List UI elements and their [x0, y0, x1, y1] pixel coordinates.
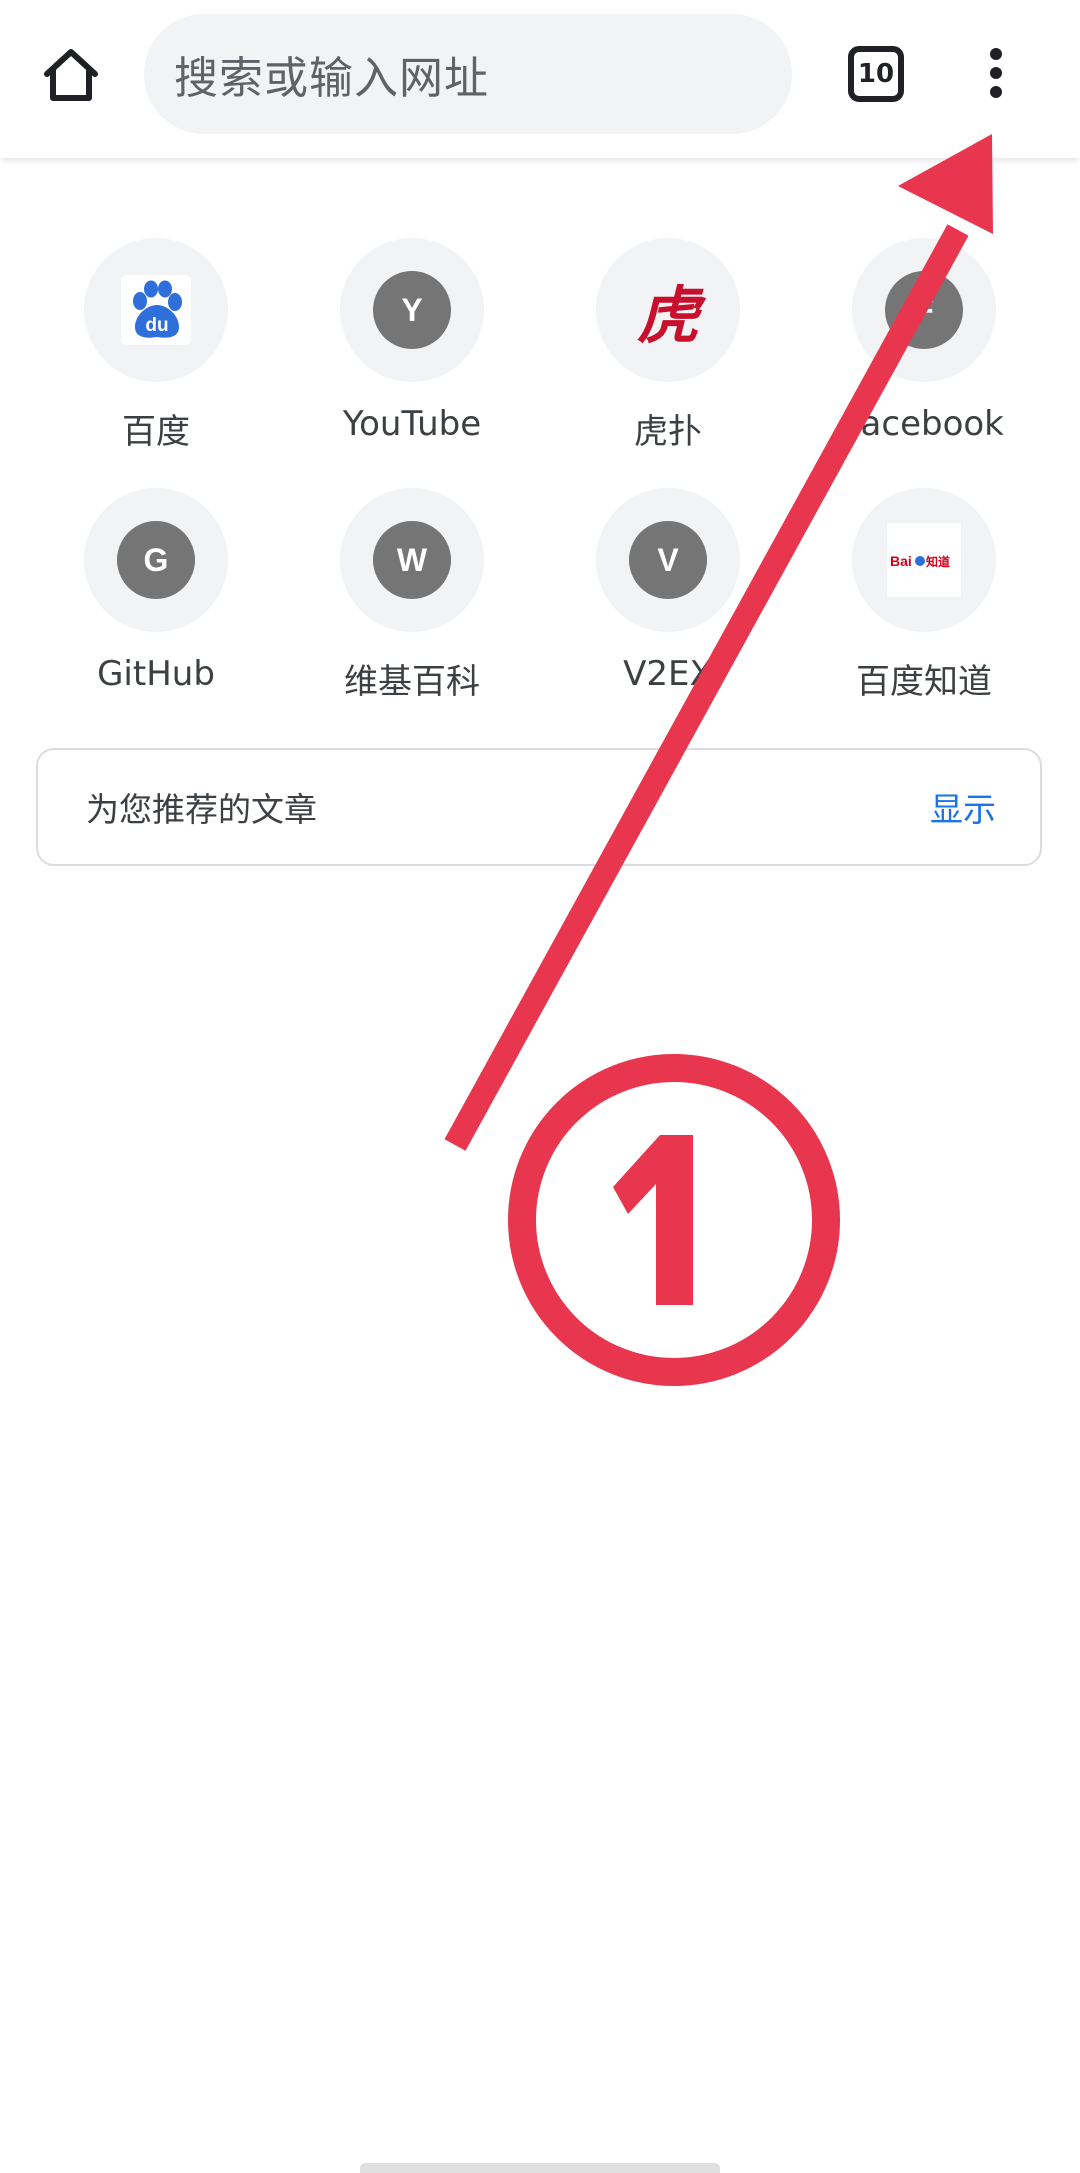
tile-icon-container: Bai 知道: [852, 488, 996, 632]
more-vert-icon[interactable]: [972, 40, 1020, 106]
tile-github[interactable]: G GitHub: [28, 488, 284, 718]
tile-label: 百度: [122, 412, 190, 452]
tile-icon-container: F: [852, 238, 996, 382]
tile-facebook[interactable]: F Facebook: [796, 238, 1052, 468]
tile-icon-container: 虎: [596, 238, 740, 382]
baidu-zhidao-logo-icon: Bai 知道: [887, 523, 961, 597]
tile-label: 百度知道: [856, 662, 992, 702]
tile-icon-container: V: [596, 488, 740, 632]
search-input[interactable]: 搜索或输入网址: [144, 14, 792, 134]
annotation-marker: [508, 1054, 840, 1386]
svg-text:知道: 知道: [925, 554, 950, 569]
gesture-navigation-bar[interactable]: [360, 2163, 720, 2173]
letter-icon: W: [373, 521, 451, 599]
browser-toolbar: 搜索或输入网址 10: [0, 0, 1080, 158]
tile-icon-container: W: [340, 488, 484, 632]
show-articles-button[interactable]: 显示: [930, 783, 996, 831]
tile-icon-container: G: [84, 488, 228, 632]
tile-label: Facebook: [844, 404, 1004, 444]
tile-baidu-zhidao[interactable]: Bai 知道 百度知道: [796, 488, 1052, 718]
hupu-logo-icon: 虎: [636, 279, 699, 352]
tile-baidu[interactable]: du 百度: [28, 238, 284, 468]
letter-icon: V: [629, 521, 707, 599]
tile-label: V2EX: [623, 654, 713, 694]
svg-text:du: du: [145, 315, 168, 336]
tile-label: 维基百科: [344, 662, 480, 702]
tile-icon-container: Y: [340, 238, 484, 382]
tile-wikipedia[interactable]: W 维基百科: [284, 488, 540, 718]
letter-icon: F: [885, 271, 963, 349]
home-button[interactable]: [34, 40, 108, 110]
tab-count: 10: [857, 59, 895, 89]
tile-label: GitHub: [97, 654, 215, 694]
svg-text:Bai: Bai: [890, 553, 912, 569]
search-placeholder: 搜索或输入网址: [174, 53, 489, 104]
articles-title: 为您推荐的文章: [86, 790, 317, 829]
tile-hupu[interactable]: 虎 虎扑: [540, 238, 796, 468]
tab-switcher-button[interactable]: 10: [848, 46, 904, 102]
home-icon: [44, 49, 98, 101]
tile-icon-container: du: [84, 238, 228, 382]
recommended-articles-bar: 为您推荐的文章 显示: [36, 748, 1042, 866]
tile-label: 虎扑: [634, 412, 702, 452]
letter-icon: G: [117, 521, 195, 599]
baidu-logo-icon: du: [121, 275, 191, 345]
letter-icon: Y: [373, 271, 451, 349]
tile-youtube[interactable]: Y YouTube: [284, 238, 540, 468]
tile-v2ex[interactable]: V V2EX: [540, 488, 796, 718]
tile-label: YouTube: [342, 404, 482, 444]
